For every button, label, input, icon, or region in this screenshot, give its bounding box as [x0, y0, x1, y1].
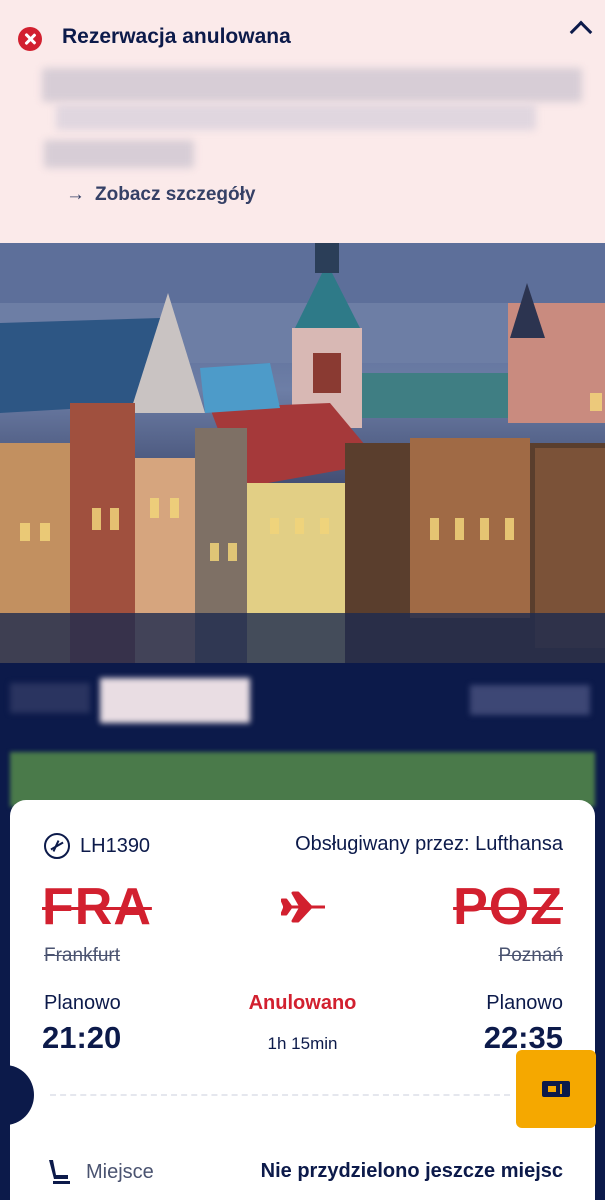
redacted-text	[56, 104, 536, 130]
see-details-label: Zobacz szczegóły	[95, 184, 256, 205]
boarding-pass-header	[0, 663, 605, 753]
flight-number: LH1390	[44, 833, 150, 859]
destination-photo	[0, 243, 605, 663]
city-photo-icon	[0, 243, 605, 663]
redacted-block	[100, 678, 250, 723]
airplane-icon	[281, 891, 325, 923]
ticket-icon	[542, 1081, 570, 1097]
destination-code: POZ	[453, 878, 563, 936]
error-icon	[18, 27, 42, 51]
banner-title: Rezerwacja anulowana	[62, 25, 291, 48]
seat-icon	[49, 1160, 70, 1184]
origin-code: FRA	[42, 878, 152, 936]
seat-row: Miejsce	[44, 1157, 154, 1187]
seat-label: Miejsce	[86, 1160, 154, 1183]
airline-logo-icon	[44, 833, 70, 859]
seat-value: Nie przydzielono jeszcze miejsc	[260, 1160, 563, 1182]
redacted-block	[470, 685, 590, 715]
origin-city: Frankfurt	[44, 945, 121, 966]
destination-city: Poznań	[498, 945, 563, 966]
chevron-up-icon[interactable]	[565, 12, 595, 42]
arrival-label: Planowo	[486, 992, 563, 1014]
arrow-right-icon: →	[66, 184, 85, 205]
redacted-text	[42, 68, 582, 102]
flight-number-label: LH1390	[80, 834, 151, 857]
see-details-link[interactable]: → Zobacz szczegóły	[66, 184, 256, 206]
redacted-text	[44, 140, 194, 168]
redacted-status-band	[10, 752, 595, 807]
boarding-pass-button[interactable]	[516, 1050, 596, 1128]
redacted-block	[10, 683, 90, 713]
operated-by: Obsługiwany przez: Lufthansa	[295, 833, 563, 855]
card-divider	[50, 1094, 510, 1096]
cancellation-banner: Rezerwacja anulowana → Zobacz szczegóły	[0, 0, 605, 243]
